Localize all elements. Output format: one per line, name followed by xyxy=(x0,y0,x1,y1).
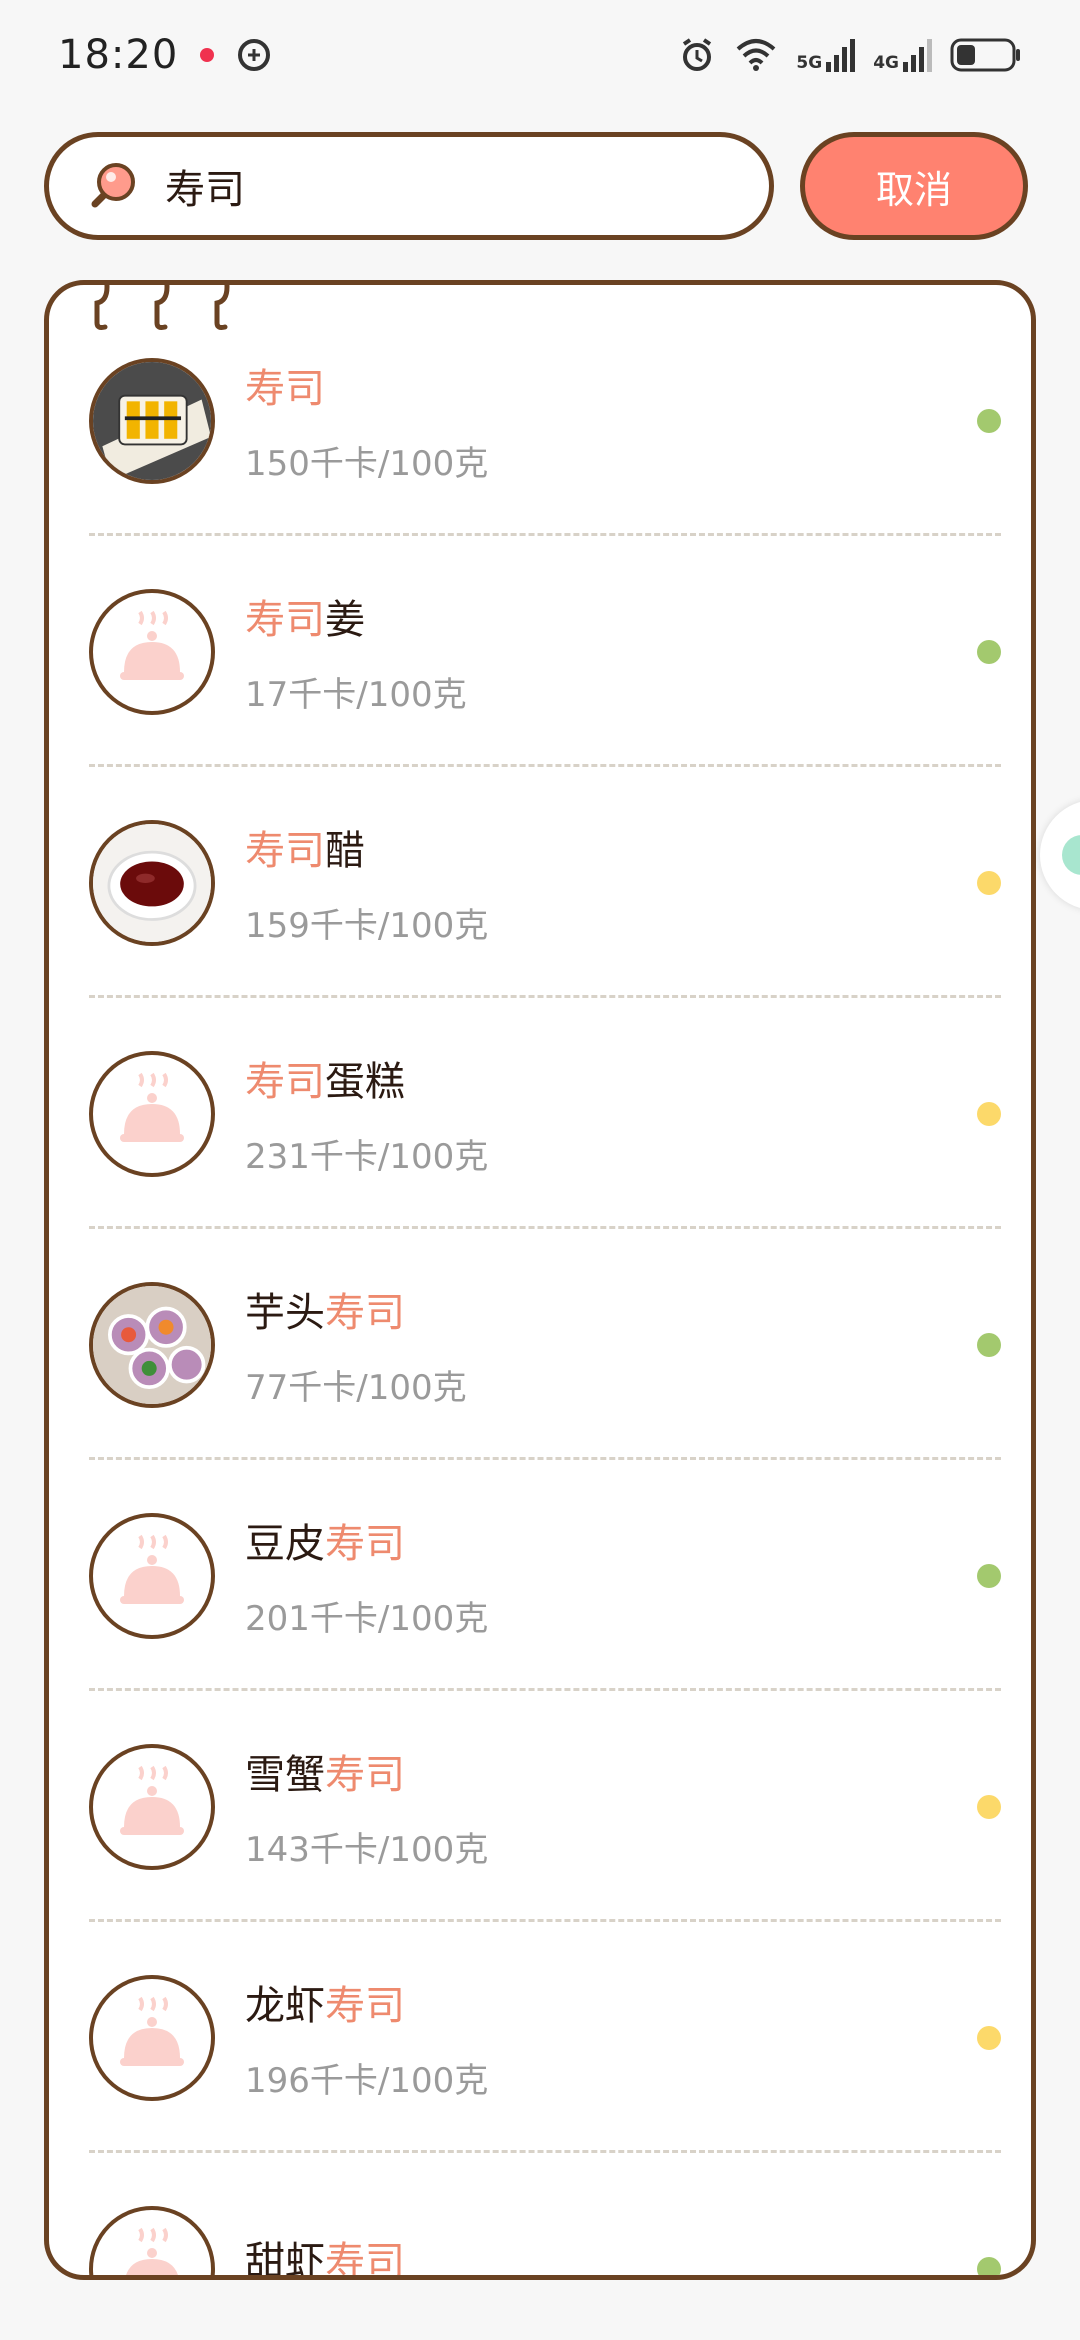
battery-icon xyxy=(950,38,1020,72)
food-calories: 150千卡/100克 xyxy=(245,444,489,484)
list-item[interactable]: 寿司 150千卡/100克 xyxy=(89,305,1001,536)
food-name: 豆皮寿司 xyxy=(245,1521,405,1567)
food-name: 甜虾寿司 xyxy=(245,2238,405,2280)
list-item[interactable]: 寿司姜 17千卡/100克 xyxy=(89,536,1001,767)
network-5g-label: 5G xyxy=(796,53,823,73)
status-dot-yellow xyxy=(977,2025,1001,2050)
list-item[interactable]: 甜虾寿司 xyxy=(89,2153,1001,2280)
placeholder-icon xyxy=(120,1534,184,1604)
list-item[interactable]: 芋头寿司 77千卡/100克 xyxy=(89,1229,1001,1460)
food-calories: 159千卡/100克 xyxy=(245,906,489,946)
signal-4g-icon: 4G xyxy=(873,38,932,72)
search-icon xyxy=(91,163,135,208)
search-row: 寿司 取消 xyxy=(44,130,1044,242)
status-time: 18:20 xyxy=(58,32,179,78)
food-image xyxy=(89,357,215,484)
data-saver-icon xyxy=(238,39,271,71)
sushi-roll-photo-icon xyxy=(93,361,211,480)
ring-icon xyxy=(154,285,170,330)
alarm-icon xyxy=(683,38,712,71)
food-name: 龙虾寿司 xyxy=(245,1983,405,2029)
food-name: 寿司醋 xyxy=(245,828,365,874)
food-name: 寿司姜 xyxy=(245,597,365,643)
placeholder-icon xyxy=(120,610,184,680)
status-dot-green xyxy=(977,408,1001,433)
food-name: 寿司蛋糕 xyxy=(245,1059,405,1105)
ring-icon xyxy=(94,285,110,330)
signal-5g-icon: 5G xyxy=(796,38,856,73)
placeholder-icon xyxy=(120,1996,184,2066)
status-dot-green xyxy=(977,2256,1001,2275)
food-calories: 201千卡/100克 xyxy=(245,1599,489,1639)
status-dot-yellow xyxy=(977,1794,1001,1819)
placeholder-icon xyxy=(120,1765,184,1835)
status-dot-yellow xyxy=(977,1101,1001,1126)
food-name: 芋头寿司 xyxy=(245,1290,405,1336)
food-image xyxy=(89,588,215,715)
search-input[interactable]: 寿司 xyxy=(44,132,774,240)
food-image xyxy=(89,1512,215,1639)
food-calories: 231千卡/100克 xyxy=(245,1137,489,1177)
food-image xyxy=(89,2205,215,2275)
status-dot-green xyxy=(977,1332,1001,1357)
food-name: 寿司 xyxy=(245,366,325,412)
food-name: 雪蟹寿司 xyxy=(245,1752,405,1798)
placeholder-icon xyxy=(120,1072,184,1142)
list-item[interactable]: 豆皮寿司 201千卡/100克 xyxy=(89,1460,1001,1691)
notification-dot-icon xyxy=(200,48,215,62)
status-dot-yellow xyxy=(977,870,1001,895)
food-image xyxy=(89,1050,215,1177)
food-calories: 17千卡/100克 xyxy=(245,675,467,715)
placeholder-icon xyxy=(125,2227,179,2275)
food-calories: 196千卡/100克 xyxy=(245,2061,489,2101)
food-image xyxy=(89,1743,215,1870)
food-image xyxy=(89,1974,215,2101)
cancel-button[interactable]: 取消 xyxy=(800,132,1028,240)
sauce-dish-photo-icon xyxy=(93,823,211,942)
food-image xyxy=(89,1281,215,1408)
wifi-icon xyxy=(737,39,776,71)
floating-ball-icon xyxy=(1062,835,1080,875)
list-item[interactable]: 雪蟹寿司 143千卡/100克 xyxy=(89,1691,1001,1922)
status-dot-green xyxy=(977,639,1001,664)
food-image xyxy=(89,819,215,946)
taro-sushi-photo-icon xyxy=(93,1285,211,1404)
floating-edge-button[interactable] xyxy=(1040,800,1080,910)
food-calories: 143千卡/100克 xyxy=(245,1830,489,1870)
food-calories: 77千卡/100克 xyxy=(245,1368,467,1408)
results-notebook: 寿司 150千卡/100克 寿司姜 17千卡/100克 寿司醋 159千卡/10… xyxy=(44,280,1036,2280)
status-dot-green xyxy=(977,1563,1001,1588)
ring-icon xyxy=(214,285,230,330)
list-item[interactable]: 龙虾寿司 196千卡/100克 xyxy=(89,1922,1001,2153)
status-bar: 18:20 5G 4G xyxy=(0,0,1080,110)
network-4g-label: 4G xyxy=(873,53,899,73)
list-item[interactable]: 寿司蛋糕 231千卡/100克 xyxy=(89,998,1001,1229)
notebook-rings xyxy=(89,285,233,331)
search-query: 寿司 xyxy=(165,167,245,213)
list-item[interactable]: 寿司醋 159千卡/100克 xyxy=(89,767,1001,998)
